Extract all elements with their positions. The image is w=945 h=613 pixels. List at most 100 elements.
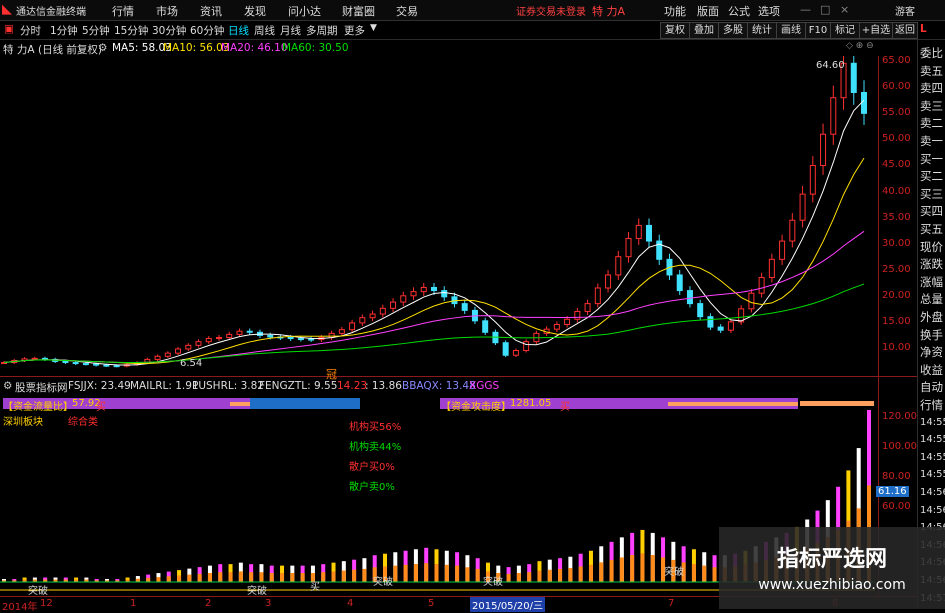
candle-body: [789, 219, 796, 242]
menu-market[interactable]: 市场: [156, 3, 178, 19]
chevron-down-icon[interactable]: ▼: [370, 23, 377, 33]
draw-line-button[interactable]: 画线: [776, 22, 806, 39]
tab-5min[interactable]: 5分钟: [82, 23, 110, 38]
side-panel-item: 自动: [920, 380, 943, 395]
price-y-tick: 45.00: [882, 159, 911, 171]
side-panel-item: 现价: [920, 239, 943, 254]
candle-body: [72, 362, 79, 365]
price-y-tick: 30.00: [882, 237, 911, 249]
tab-weekly[interactable]: 周线: [254, 23, 275, 38]
menu-options[interactable]: 选项: [758, 3, 780, 19]
add-favorite-button[interactable]: +自选: [859, 22, 893, 39]
menu-function[interactable]: 功能: [664, 3, 686, 19]
tab-multi-period[interactable]: 多周期: [306, 23, 338, 38]
menu-formula[interactable]: 公式: [728, 3, 750, 19]
candle-body: [103, 364, 110, 367]
side-panel-item: 卖三: [920, 98, 943, 113]
current-stock: 特 力A: [592, 5, 626, 18]
candle-body: [431, 286, 437, 292]
candle-body: [41, 357, 48, 360]
tab-intraday[interactable]: 分时: [20, 23, 41, 38]
menu-layout[interactable]: 版面: [697, 3, 719, 19]
indicator-bar-base: [207, 572, 212, 582]
candle-body: [185, 344, 192, 350]
side-panel-item: 买二: [920, 169, 943, 184]
event-marker[interactable]: 冠: [326, 366, 337, 382]
indicator-bar-base: [691, 563, 696, 582]
indicator-bar-base: [177, 575, 182, 582]
f10-button[interactable]: F10: [805, 22, 831, 39]
indicator-gear-icon[interactable]: ⚙: [3, 380, 12, 392]
menu-discover[interactable]: 发现: [244, 3, 266, 19]
x-label-12: 12: [40, 598, 53, 609]
candle-body: [615, 256, 622, 276]
candle-body: [482, 320, 489, 333]
indicator-bar-base: [640, 553, 645, 582]
price-y-tick: 25.00: [882, 263, 911, 275]
indicator-title: 股票指标网: [15, 382, 68, 394]
breakout-label-1: 突破: [28, 586, 48, 597]
restore-icon[interactable]: □: [820, 3, 830, 16]
indicator-bar-base: [527, 572, 532, 582]
tab-more[interactable]: 更多: [344, 23, 365, 38]
tab-30min[interactable]: 30分钟: [152, 23, 186, 38]
menu-wealth[interactable]: 财富圈: [342, 3, 375, 19]
price-y-tick: 35.00: [882, 211, 911, 223]
candle-body: [758, 277, 765, 294]
ma5-line: [3, 99, 865, 366]
indicator-bar-base: [352, 569, 357, 582]
guest-label[interactable]: 游客: [895, 3, 915, 18]
tab-15min[interactable]: 15分钟: [114, 23, 148, 38]
side-panel-item: 买一: [920, 151, 943, 166]
price-y-tick: 65.00: [882, 55, 911, 67]
overlay-button[interactable]: 叠加: [689, 22, 719, 39]
menu-ask[interactable]: 问小达: [288, 3, 321, 19]
candle-body: [512, 350, 519, 356]
indicator-value-white: : 13.86: [365, 380, 402, 392]
price-y-tick: 55.00: [882, 107, 911, 119]
indicator-bar-base: [578, 566, 583, 582]
close-icon[interactable]: ×: [840, 3, 849, 16]
candle-body: [799, 193, 806, 221]
indicator-bar-base: [516, 572, 521, 582]
candle-body: [297, 338, 304, 341]
mark-button[interactable]: 标记: [830, 22, 860, 39]
candle-body: [226, 333, 233, 339]
indicator-bar-base: [424, 563, 429, 582]
statistics-button[interactable]: 统计: [747, 22, 777, 39]
adjust-button[interactable]: 复权: [660, 22, 690, 39]
tab-1min[interactable]: 1分钟: [50, 23, 78, 38]
side-panel-item: 14:55: [920, 451, 945, 463]
menu-market-quotes[interactable]: 行情: [112, 3, 134, 19]
candle-body: [717, 326, 724, 331]
back-button[interactable]: 返回: [892, 22, 918, 39]
candle-body: [31, 357, 38, 360]
checkbox-icon[interactable]: ▣: [4, 23, 14, 35]
price-chart[interactable]: [0, 56, 880, 374]
candle-body: [594, 287, 601, 305]
minimize-icon[interactable]: —: [800, 3, 811, 16]
tab-60min[interactable]: 60分钟: [190, 23, 224, 38]
chart-tool-icons[interactable]: ◇ ⊕ ⊖: [846, 41, 874, 51]
level2-icon: L: [920, 23, 927, 35]
login-status[interactable]: 证券交易未登录: [516, 3, 586, 18]
candle-body: [676, 274, 683, 292]
menu-news[interactable]: 资讯: [200, 3, 222, 19]
tab-monthly[interactable]: 月线: [280, 23, 301, 38]
side-panel-item: 外盘: [920, 310, 943, 324]
fund-attack-bar-tail: [800, 401, 874, 406]
tab-daily[interactable]: 日线: [228, 23, 249, 38]
multi-stock-button[interactable]: 多股: [718, 22, 748, 39]
indicator-last-value: 61.16: [876, 486, 909, 497]
indicator-bar-base: [455, 565, 460, 582]
watermark: 指标严选网 www.xuezhibiao.com: [719, 527, 945, 609]
candle-body: [635, 224, 642, 239]
panel-divider: [0, 376, 917, 377]
side-panel-item: 14:55: [920, 416, 945, 428]
menu-trade[interactable]: 交易: [396, 3, 418, 19]
indicator-bar-base: [300, 572, 305, 582]
settings-gear-icon[interactable]: ⚙: [98, 42, 107, 54]
ma10-label: MA10: 56.03: [163, 42, 230, 54]
fund-flow-bar-blue: [250, 398, 360, 409]
candle-body: [359, 317, 366, 324]
